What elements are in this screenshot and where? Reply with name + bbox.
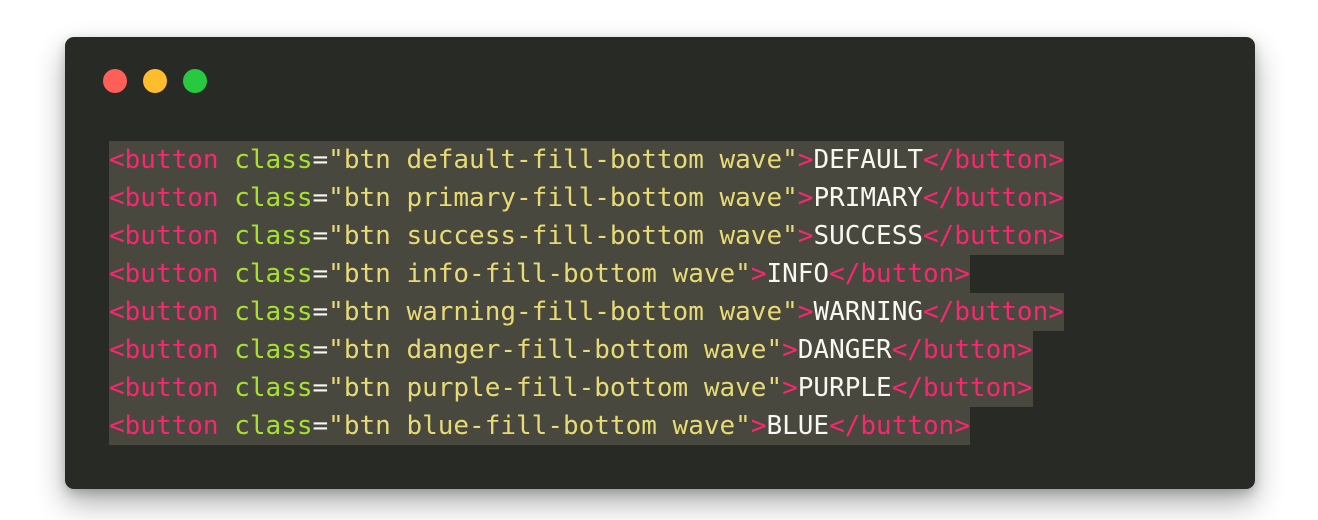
button-text: SUCCESS xyxy=(813,221,924,251)
code-line: <button class="btn purple-fill-bottom wa… xyxy=(109,369,1033,407)
tag-open: <button xyxy=(109,297,219,327)
attr-equals: = xyxy=(312,373,329,403)
button-text: BLUE xyxy=(766,411,830,441)
code-line: <button class="btn primary-fill-bottom w… xyxy=(109,179,1064,217)
button-text: PRIMARY xyxy=(813,183,924,213)
attr-value: "btn blue-fill-bottom wave" xyxy=(328,411,751,441)
attr-equals: = xyxy=(312,145,329,175)
tag-end: </button> xyxy=(923,145,1064,175)
tag-end: </button> xyxy=(923,221,1064,251)
attr-name: class xyxy=(234,411,313,441)
code-line: <button class="btn warning-fill-bottom w… xyxy=(109,293,1064,331)
tag-open: <button xyxy=(109,145,219,175)
attr-equals: = xyxy=(312,411,329,441)
minimize-dot-icon[interactable] xyxy=(143,69,167,93)
tag-end: </button> xyxy=(923,297,1064,327)
attr-value: "btn info-fill-bottom wave" xyxy=(328,259,751,289)
attr-name: class xyxy=(234,373,313,403)
button-text: PURPLE xyxy=(797,373,892,403)
attr-equals: = xyxy=(312,259,329,289)
button-text: DEFAULT xyxy=(813,145,924,175)
code-window: <button class="btn default-fill-bottom w… xyxy=(65,37,1255,489)
tag-close-bracket: > xyxy=(750,411,767,441)
tag-open: <button xyxy=(109,411,219,441)
attr-value: "btn default-fill-bottom wave" xyxy=(328,145,798,175)
tag-end: </button> xyxy=(891,373,1033,403)
tag-close-bracket: > xyxy=(750,259,767,289)
code-line: <button class="btn danger-fill-bottom wa… xyxy=(109,331,1033,369)
tag-open: <button xyxy=(109,221,219,251)
tag-close-bracket: > xyxy=(782,335,798,365)
button-text: DANGER xyxy=(797,335,892,365)
window-controls xyxy=(103,69,207,93)
attr-value: "btn purple-fill-bottom wave" xyxy=(328,373,783,403)
tag-open: <button xyxy=(109,183,219,213)
tag-close-bracket: > xyxy=(797,145,814,175)
tag-end: </button> xyxy=(829,411,970,441)
maximize-dot-icon[interactable] xyxy=(183,69,207,93)
tag-end: </button> xyxy=(891,335,1033,365)
attr-equals: = xyxy=(312,335,329,365)
close-dot-icon[interactable] xyxy=(103,69,127,93)
attr-equals: = xyxy=(312,221,329,251)
tag-close-bracket: > xyxy=(797,297,814,327)
button-text: WARNING xyxy=(813,297,924,327)
tag-end: </button> xyxy=(829,259,970,289)
button-text: INFO xyxy=(766,259,830,289)
tag-close-bracket: > xyxy=(797,221,814,251)
attr-name: class xyxy=(234,335,313,365)
attr-name: class xyxy=(234,221,313,251)
attr-value: "btn success-fill-bottom wave" xyxy=(328,221,798,251)
attr-equals: = xyxy=(312,297,329,327)
tag-end: </button> xyxy=(923,183,1064,213)
code-line: <button class="btn blue-fill-bottom wave… xyxy=(109,407,970,445)
tag-open: <button xyxy=(109,335,219,365)
tag-close-bracket: > xyxy=(797,183,814,213)
code-line: <button class="btn info-fill-bottom wave… xyxy=(109,255,970,293)
code-line: <button class="btn success-fill-bottom w… xyxy=(109,217,1064,255)
tag-open: <button xyxy=(109,259,219,289)
attr-name: class xyxy=(234,259,313,289)
attr-name: class xyxy=(234,145,313,175)
attr-name: class xyxy=(234,297,313,327)
attr-value: "btn warning-fill-bottom wave" xyxy=(328,297,798,327)
tag-close-bracket: > xyxy=(782,373,798,403)
tag-open: <button xyxy=(109,373,219,403)
attr-value: "btn danger-fill-bottom wave" xyxy=(328,335,783,365)
attr-name: class xyxy=(234,183,313,213)
code-block[interactable]: <button class="btn default-fill-bottom w… xyxy=(109,141,1064,445)
attr-value: "btn primary-fill-bottom wave" xyxy=(328,183,798,213)
code-line: <button class="btn default-fill-bottom w… xyxy=(109,141,1064,179)
attr-equals: = xyxy=(312,183,329,213)
